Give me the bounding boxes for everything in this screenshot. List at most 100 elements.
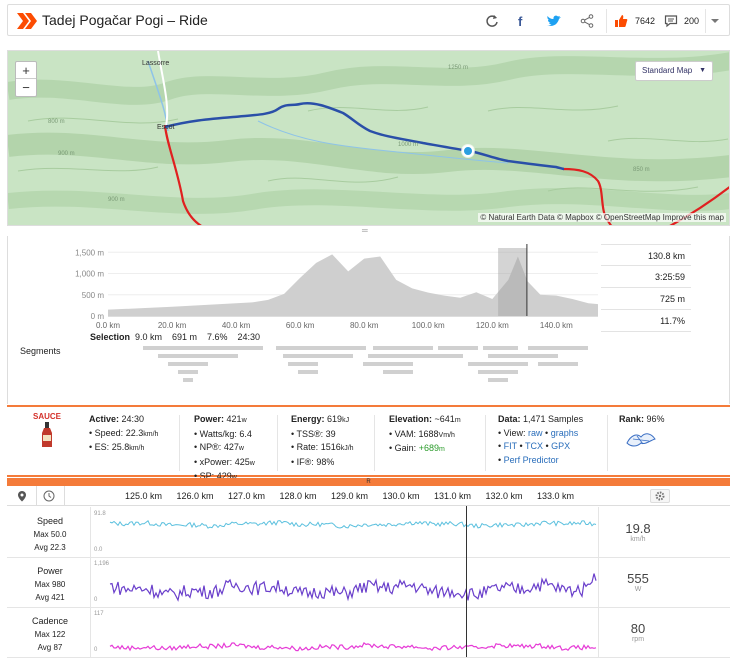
stream-name: Cadence	[31, 616, 69, 626]
stream-value: 555	[627, 571, 649, 586]
elevation-x-tick: 80.0 km	[350, 321, 379, 330]
energy-rate: 1516	[320, 442, 341, 452]
zoom-in-button[interactable]: +	[16, 62, 36, 79]
contour-label: 900 m	[108, 197, 125, 203]
stream-x-tick: 129.0 km	[331, 491, 369, 501]
stream-avg: Avg 22.3	[34, 543, 66, 552]
stat-distance: 130.8 km	[601, 244, 691, 266]
active-time: 24:30	[121, 414, 145, 424]
export-tcx-link[interactable]: TCX	[525, 441, 543, 451]
stream-chart-power[interactable]: 1,196 0	[92, 557, 598, 605]
export-fit-link[interactable]: FIT	[504, 441, 517, 451]
export-gpx-link[interactable]: GPX	[551, 441, 570, 451]
stream-chart-cadence[interactable]: 117 0	[92, 607, 598, 655]
stream-position-cursor	[466, 506, 467, 657]
map-attribution[interactable]: © Natural Earth Data © Mapbox © OpenStre…	[478, 213, 726, 222]
stream-label-speed: Speed Max 50.0 Avg 22.3	[12, 515, 88, 554]
perf-predictor-link[interactable]: Perf Predictor	[504, 455, 559, 465]
stream-name: Speed	[36, 516, 64, 526]
map-resize-handle[interactable]: ═	[362, 226, 368, 235]
stream-label-cadence: Cadence Max 122 Avg 87	[12, 615, 88, 654]
refresh-icon[interactable]	[485, 14, 499, 28]
elevation-x-tick: 20.0 km	[158, 321, 187, 330]
stream-top-label: 117	[94, 611, 104, 617]
comment-icon[interactable]	[664, 14, 678, 28]
route-map[interactable]: Lassorre Escot 800 m 900 m 900 m 1000 m …	[7, 50, 730, 226]
stream-x-tick: 127.0 km	[228, 491, 266, 501]
activity-header: Tadej Pogačar Pogi – Ride f 7642 200	[7, 4, 730, 36]
stream-top-label: 91.8	[94, 511, 106, 517]
share-icon[interactable]	[580, 14, 594, 28]
elevation-x-tick: 120.0 km	[476, 321, 509, 330]
comment-count[interactable]: 200	[684, 16, 699, 26]
stream-top-label: 1,196	[94, 561, 110, 567]
clock-icon[interactable]	[43, 490, 55, 502]
rank-value: 96%	[646, 414, 665, 424]
selection-values: 9.0 km 691 m 7.6% 24:30	[135, 332, 261, 342]
place-label-escot: Escot	[157, 124, 175, 131]
map-tiles[interactable]: Lassorre Escot 800 m 900 m 900 m 1000 m …	[8, 51, 730, 226]
active-column: Active: 24:30 • Speed: 22.3km/h • ES: 25…	[89, 414, 159, 452]
settings-button[interactable]	[650, 489, 670, 503]
stream-max: Max 50.0	[33, 530, 67, 539]
stream-x-tick: 125.0 km	[125, 491, 163, 501]
map-pin-icon[interactable]	[16, 490, 28, 502]
active-speed: 22.3	[125, 427, 144, 438]
map-type-select[interactable]: Standard Map ▼	[635, 61, 713, 81]
sauce-badge[interactable]: SAUCE	[33, 412, 61, 421]
twitter-icon[interactable]	[546, 14, 562, 28]
streams-collapse-bar[interactable]: R	[7, 478, 730, 486]
power-avg: 421	[226, 414, 242, 424]
view-raw-link[interactable]: raw	[528, 428, 543, 438]
stream-unit: rpm	[631, 636, 645, 643]
power-column: Power: 421w • Watts/kg: 6.4 • NP®: 427w …	[194, 414, 255, 481]
stream-label-power: Power Max 980 Avg 421	[12, 565, 88, 604]
caret-down-icon: ▼	[699, 67, 706, 74]
gear-icon	[655, 491, 665, 501]
contour-label: 900 m	[58, 151, 75, 157]
stream-line-speed	[109, 520, 597, 529]
kudos-thumb-icon[interactable]	[614, 14, 628, 28]
rank-column: Rank: 96%	[619, 414, 665, 424]
stream-value: 80	[630, 621, 646, 636]
elevation-column: Elevation: ~641m • VAM: 1688Vm/h • Gain:…	[389, 414, 461, 453]
stream-current-power: 555 W	[598, 571, 678, 593]
streams-axis-bar: 125.0 km 126.0 km 127.0 km 128.0 km 129.0 km…	[7, 486, 730, 506]
stream-x-tick: 130.0 km	[382, 491, 420, 501]
contour-label: 800 m	[48, 119, 65, 125]
zoom-out-button[interactable]: −	[16, 79, 36, 96]
energy-column: Energy: 619kJ • TSS®: 39 • Rate: 1516kJ/…	[291, 414, 354, 467]
elevation-gain: +689	[418, 443, 439, 453]
stream-name: Power	[37, 566, 63, 576]
rank-badge-icon[interactable]	[625, 429, 657, 449]
elevation-y-tick: 1,000 m	[75, 270, 104, 279]
energy-tss: 39	[325, 428, 336, 439]
stream-unit: km/h	[630, 536, 646, 543]
facebook-icon[interactable]: f	[514, 14, 528, 28]
segments-label: Segments	[20, 346, 61, 356]
elevation-x-tick: 60.0 km	[286, 321, 315, 330]
stream-max: Max 122	[34, 630, 66, 639]
power-xp: 425	[234, 456, 250, 467]
view-graphs-link[interactable]: graphs	[551, 428, 579, 438]
stream-chart-speed[interactable]: 91.8 0.0	[92, 507, 598, 555]
power-np: 427	[223, 442, 239, 452]
elevation-x-tick: 140.0 km	[540, 321, 573, 330]
contour-label: 1000 m	[398, 142, 418, 148]
stream-max: Max 980	[34, 580, 66, 589]
stream-unit: W	[634, 586, 642, 593]
segments-strip[interactable]	[8, 346, 730, 404]
sauce-bottle-icon[interactable]	[41, 422, 53, 448]
contour-label: 850 m	[633, 167, 650, 173]
stream-x-tick: 126.0 km	[176, 491, 214, 501]
kudos-count[interactable]: 7642	[635, 16, 655, 26]
strava-chevron-logo[interactable]	[16, 12, 38, 30]
selection-highlight[interactable]	[498, 248, 527, 316]
stream-x-tick: 128.0 km	[279, 491, 317, 501]
stream-avg: Avg 87	[37, 643, 63, 652]
chevron-down-icon[interactable]	[710, 14, 720, 28]
stream-current-cadence: 80 rpm	[598, 621, 678, 643]
stream-line-power	[109, 573, 597, 602]
elevation-x-tick: 100.0 km	[412, 321, 445, 330]
active-es: 25.8	[111, 442, 130, 452]
